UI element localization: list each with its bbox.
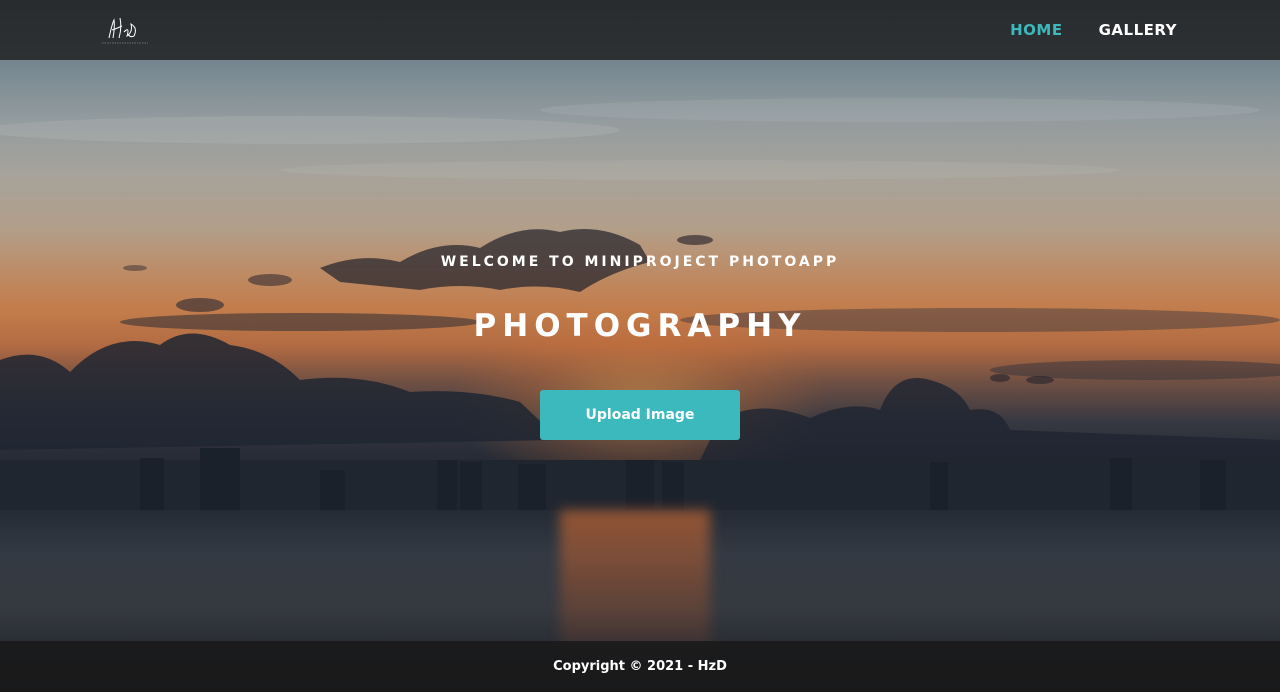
footer: Copyright © 2021 - HzD [0, 641, 1280, 692]
logo-signature-icon [102, 17, 148, 44]
nav-gallery-link[interactable]: GALLERY [1099, 21, 1177, 39]
hero-section: WELCOME TO MINIPROJECT PHOTOAPP PHOTOGRA… [0, 0, 1280, 692]
footer-copyright: Copyright © 2021 - HzD [553, 659, 727, 674]
hero-title: PHOTOGRAPHY [473, 308, 807, 344]
page: HOME GALLERY WELCOME TO MINIPROJECT PHOT… [0, 0, 1280, 692]
nav-home-link[interactable]: HOME [1010, 21, 1062, 39]
site-logo[interactable] [100, 14, 150, 46]
nav-links: HOME GALLERY [1010, 21, 1177, 39]
hero-welcome-text: WELCOME TO MINIPROJECT PHOTOAPP [440, 254, 840, 270]
navbar: HOME GALLERY [0, 0, 1280, 60]
upload-image-button[interactable]: Upload Image [540, 390, 740, 440]
